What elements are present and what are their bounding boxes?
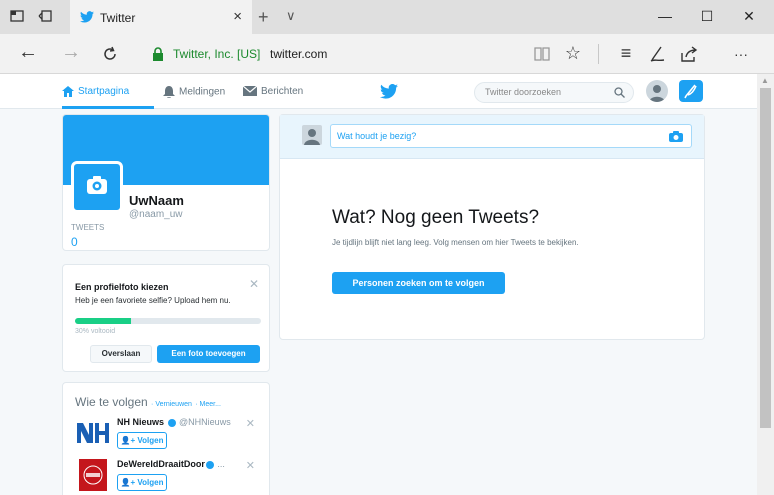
setup-text: Heb je een favoriete selfie? Upload hem … <box>75 296 231 305</box>
close-window-button[interactable]: ✕ <box>739 8 759 25</box>
twitter-logo-icon[interactable] <box>380 84 398 99</box>
tweets-count-label[interactable]: TWEETS <box>71 223 104 232</box>
default-avatar-icon <box>304 129 320 145</box>
envelope-icon <box>243 86 257 97</box>
new-tab-button[interactable]: + <box>258 7 269 28</box>
suggestion-name[interactable]: DeWereldDraaitDoor ... <box>117 459 225 469</box>
nav-active-underline <box>62 106 154 109</box>
setup-progress-fill <box>75 318 131 324</box>
forward-arrow-icon[interactable]: → <box>61 41 81 64</box>
empty-timeline-text: Je tijdlijn blijft niet lang leeg. Volg … <box>332 238 579 247</box>
nav-messages[interactable]: Berichten <box>243 86 303 97</box>
who-to-follow-title: Wie te volgen <box>75 395 148 409</box>
lock-icon[interactable] <box>152 47 164 61</box>
hub-icon[interactable]: ≡ <box>615 43 637 64</box>
camera-icon <box>87 176 107 194</box>
tab-list-chevron-icon[interactable]: ∨ <box>286 8 296 24</box>
follow-user-icon: 👤+ <box>120 478 136 487</box>
suggestion-item: NH Nieuws @NHNieuws ✕ 👤+ Volgen <box>75 417 265 457</box>
tweets-count-value[interactable]: 0 <box>71 235 78 249</box>
setup-progress-label: 30% voltooid <box>75 328 116 335</box>
profile-avatar[interactable] <box>71 161 123 213</box>
follow-button[interactable]: 👤+ Volgen <box>117 432 167 449</box>
search-placeholder: Twitter doorzoeken <box>485 87 562 97</box>
skip-button[interactable]: Overslaan <box>90 345 152 363</box>
compose-box: Wat houdt je bezig? <box>280 115 704 159</box>
twitter-bird-icon <box>80 11 94 23</box>
suggestion-handle: @NHNieuws <box>179 417 231 427</box>
favorite-star-icon[interactable]: ☆ <box>562 43 584 64</box>
setup-progress-bar <box>75 318 261 324</box>
browser-titlebar: Twitter × + ∨ — ☐ ✕ <box>0 0 774 34</box>
minimize-button[interactable]: — <box>655 8 675 24</box>
setup-title: Een profielfoto kiezen <box>75 282 169 292</box>
url-field[interactable]: twitter.com <box>270 47 327 61</box>
compose-placeholder: Wat houdt je bezig? <box>337 131 417 141</box>
refresh-link[interactable]: · Vernieuwen <box>151 401 192 408</box>
nav-home[interactable]: Startpagina <box>62 86 129 97</box>
compose-input[interactable]: Wat houdt je bezig? <box>330 124 692 148</box>
address-bar: ← → Twitter, Inc. [US] twitter.com ☆ ≡ ·… <box>0 34 774 74</box>
more-menu-button[interactable]: ··· <box>730 46 752 62</box>
camera-icon[interactable] <box>669 131 683 142</box>
find-people-button[interactable]: Personen zoeken om te volgen <box>332 272 505 294</box>
verified-badge-icon <box>205 460 214 469</box>
follow-button[interactable]: 👤+ Volgen <box>117 474 167 491</box>
nav-messages-label: Berichten <box>261 86 304 97</box>
tab-manager-icon[interactable] <box>10 9 24 23</box>
suggestion-handle: ... <box>217 459 225 469</box>
user-avatar[interactable] <box>646 80 668 102</box>
tab-preview-icon[interactable] <box>38 9 52 23</box>
toolbar-divider <box>598 44 599 64</box>
reading-view-icon[interactable] <box>534 46 550 62</box>
search-input[interactable]: Twitter doorzoeken <box>474 82 634 103</box>
bell-icon <box>163 86 175 98</box>
home-icon <box>62 86 74 97</box>
web-note-icon[interactable] <box>648 45 666 63</box>
dismiss-suggestion-icon[interactable]: ✕ <box>246 417 255 430</box>
suggestion-item: DeWereldDraaitDoor ... ✕ 👤+ Volgen <box>75 459 265 495</box>
share-icon[interactable] <box>680 45 698 63</box>
nav-notifications-label: Meldingen <box>179 86 226 98</box>
suggestion-name[interactable]: NH Nieuws @NHNieuws <box>117 417 231 427</box>
default-avatar-icon <box>649 85 665 102</box>
setup-close-icon[interactable]: ✕ <box>249 277 259 291</box>
more-link[interactable]: · Meer... <box>195 401 221 408</box>
follow-user-icon: 👤+ <box>120 436 136 445</box>
empty-timeline-title: Wat? Nog geen Tweets? <box>332 207 540 228</box>
certificate-label[interactable]: Twitter, Inc. [US] <box>173 47 260 61</box>
compose-avatar <box>302 125 322 145</box>
scrollbar-thumb[interactable] <box>760 88 771 428</box>
quill-icon <box>684 84 697 99</box>
tab-title: Twitter <box>100 11 136 25</box>
who-to-follow-header: Wie te volgen · Vernieuwen · Meer... <box>75 395 221 409</box>
search-icon[interactable] <box>614 87 625 98</box>
who-to-follow-card: Wie te volgen · Vernieuwen · Meer... NH … <box>62 382 270 495</box>
profile-name[interactable]: UwNaam <box>129 193 184 208</box>
add-photo-button[interactable]: Een foto toevoegen <box>157 345 260 363</box>
dismiss-suggestion-icon[interactable]: ✕ <box>246 459 255 472</box>
scroll-up-icon[interactable]: ▲ <box>761 76 769 85</box>
profile-card: UwNaam @naam_uw TWEETS 0 <box>62 114 270 251</box>
nav-home-label: Startpagina <box>78 86 130 98</box>
profile-setup-card: Een profielfoto kiezen ✕ Heb je een favo… <box>62 264 270 372</box>
nh-nieuws-logo[interactable] <box>75 417 111 449</box>
profile-handle[interactable]: @naam_uw <box>129 209 183 220</box>
compose-tweet-button[interactable] <box>679 80 703 102</box>
dwdd-logo[interactable] <box>75 459 111 491</box>
back-arrow-icon[interactable]: ← <box>18 41 38 64</box>
tab-close-button[interactable]: × <box>233 8 242 25</box>
nav-notifications[interactable]: Meldingen <box>163 86 225 98</box>
refresh-icon[interactable] <box>101 45 119 63</box>
twitter-navbar: Startpagina Meldingen Berichten Twitter … <box>0 74 757 109</box>
maximize-button[interactable]: ☐ <box>697 8 717 25</box>
verified-badge-icon <box>167 418 176 427</box>
browser-tab[interactable]: Twitter × <box>70 0 252 34</box>
timeline-panel: Wat houdt je bezig? Wat? Nog geen Tweets… <box>279 114 705 340</box>
page-scrollbar[interactable]: ▲ <box>757 74 774 495</box>
